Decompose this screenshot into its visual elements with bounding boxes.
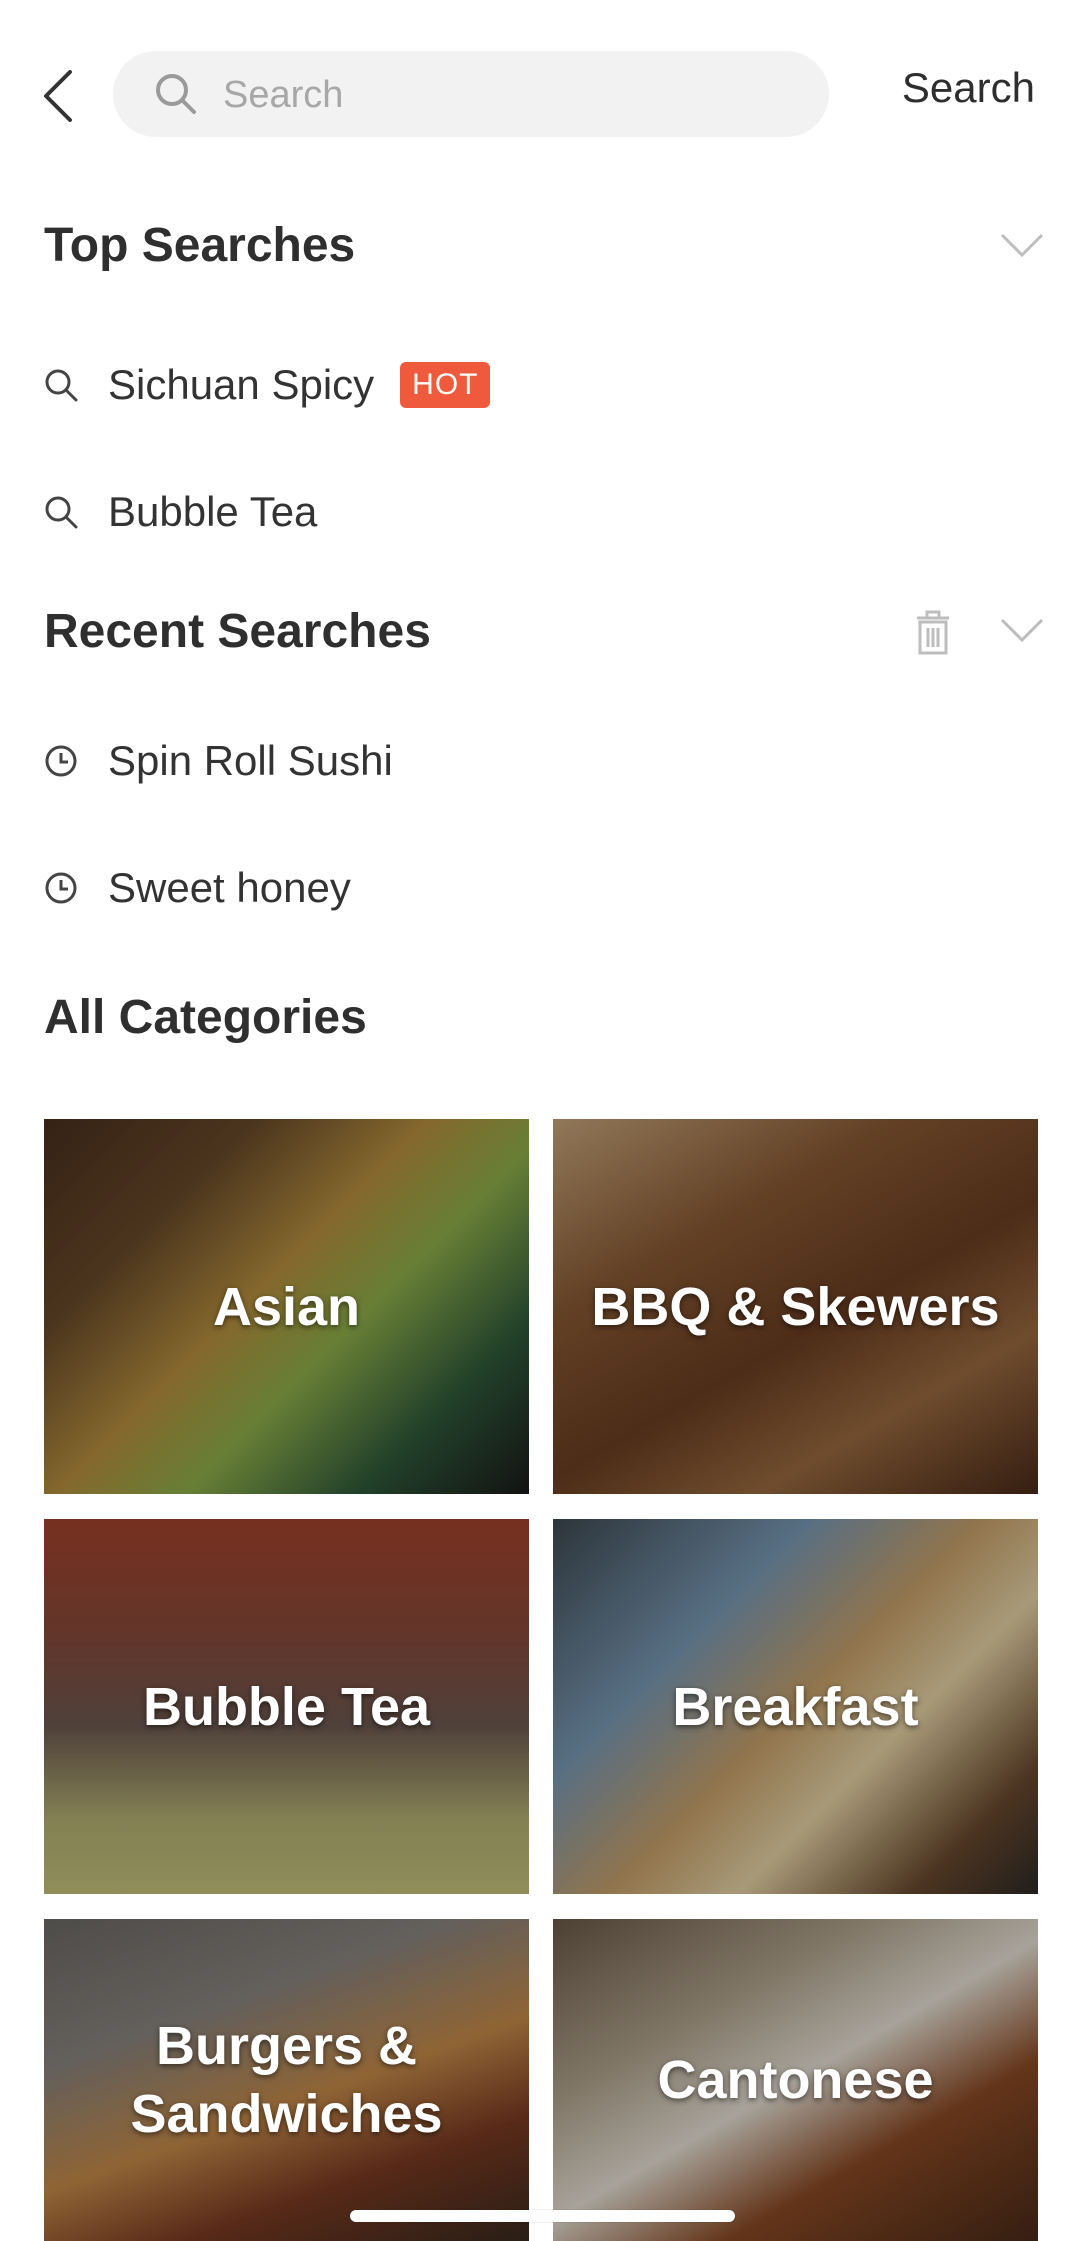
back-icon[interactable] (40, 68, 80, 124)
category-tile-burgers-sandwiches[interactable]: Burgers & Sandwiches (44, 1919, 529, 2241)
home-indicator (350, 2210, 735, 2222)
hot-badge: HOT (400, 362, 491, 408)
category-tile-bubble-tea[interactable]: Bubble Tea (44, 1519, 529, 1894)
category-label: Bubble Tea (142, 1676, 431, 1737)
category-tile-cantonese[interactable]: Cantonese (553, 1919, 1038, 2241)
search-icon (45, 496, 78, 529)
category-tile-breakfast[interactable]: Breakfast (553, 1519, 1038, 1894)
chevron-down-icon[interactable] (1000, 233, 1044, 259)
category-tile-asian[interactable]: Asian (44, 1119, 529, 1494)
recent-search-label: Sweet honey (108, 864, 351, 911)
search-button[interactable]: Search (902, 64, 1035, 112)
category-tile-bbq-skewers[interactable]: BBQ & Skewers (553, 1119, 1038, 1494)
top-searches-title: Top Searches (44, 219, 356, 272)
category-label: Cantonese (657, 2050, 934, 2110)
all-categories-title: All Categories (44, 991, 367, 1044)
top-search-item[interactable]: Bubble Tea (44, 472, 317, 552)
recent-searches-title: Recent Searches (44, 605, 431, 658)
clock-icon (45, 872, 77, 904)
top-search-label: Bubble Tea (108, 488, 318, 535)
trash-icon[interactable] (913, 610, 953, 656)
recent-search-label: Spin Roll Sushi (108, 737, 393, 784)
top-search-label: Sichuan Spicy (108, 361, 375, 408)
search-input[interactable] (221, 51, 805, 139)
category-label: Breakfast (672, 1676, 919, 1737)
search-bar[interactable] (113, 51, 829, 139)
search-icon (156, 74, 196, 114)
recent-search-item[interactable]: Sweet honey (44, 848, 351, 928)
search-icon (45, 369, 78, 402)
category-label: Burgers & Sandwiches (130, 2016, 443, 2144)
recent-search-item[interactable]: Spin Roll Sushi (44, 721, 393, 801)
clock-icon (45, 745, 77, 777)
top-search-item[interactable]: Sichuan Spicy HOT (44, 345, 491, 425)
category-label: BBQ & Skewers (591, 1276, 1000, 1337)
category-label: Asian (212, 1276, 361, 1337)
chevron-down-icon[interactable] (1000, 618, 1044, 644)
